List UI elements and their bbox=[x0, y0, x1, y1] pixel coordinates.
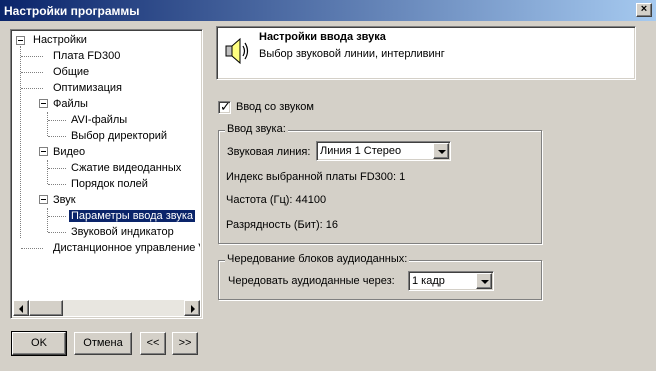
tree-item-sound[interactable]: Звук bbox=[51, 192, 78, 208]
tree-guide-line bbox=[21, 72, 43, 73]
horizontal-scrollbar[interactable] bbox=[13, 300, 200, 316]
tree-item-sound-input-params[interactable]: Параметры ввода звука bbox=[69, 208, 196, 224]
interleave-value: 1 кадр bbox=[412, 275, 445, 287]
tree-item-settings[interactable]: Настройки bbox=[31, 32, 89, 48]
board-index-text: Индекс выбранной платы FD300: 1 bbox=[226, 171, 406, 183]
collapse-icon[interactable] bbox=[39, 195, 48, 204]
frequency-text: Частота (Гц): 44100 bbox=[226, 194, 327, 206]
title-bar: Настройки программы × bbox=[0, 0, 656, 22]
group-title: Чередование блоков аудиоданных: bbox=[225, 253, 410, 265]
sound-input-checkbox[interactable]: ✓ bbox=[218, 99, 231, 114]
tree-item-field-order[interactable]: Порядок полей bbox=[69, 176, 150, 192]
tree-guide-line bbox=[20, 46, 21, 238]
tree-item-optimization[interactable]: Оптимизация bbox=[51, 80, 124, 96]
interleave-label: Чередовать аудиоданные через: bbox=[228, 275, 395, 287]
arrow-right-icon bbox=[191, 305, 195, 313]
chevron-down-icon bbox=[481, 280, 489, 284]
dropdown-button[interactable] bbox=[433, 143, 449, 159]
tree-item-board-fd300[interactable]: Плата FD300 bbox=[51, 48, 122, 64]
header-panel: Настройки ввода звука Выбор звуковой лин… bbox=[216, 26, 636, 80]
tree-guide-line bbox=[48, 168, 66, 169]
checkmark-icon: ✓ bbox=[220, 99, 231, 114]
tree-guide-line bbox=[47, 112, 48, 136]
tree-guide-line bbox=[48, 120, 66, 121]
tree-guide-line bbox=[48, 136, 66, 137]
scroll-thumb[interactable] bbox=[29, 300, 63, 316]
tree-item-video[interactable]: Видео bbox=[51, 144, 87, 160]
header-title: Настройки ввода звука bbox=[259, 31, 386, 43]
tree-guide-line bbox=[48, 184, 66, 185]
tree-item-directories[interactable]: Выбор директорий bbox=[69, 128, 169, 144]
window-title: Настройки программы bbox=[4, 4, 140, 18]
tree-content: Настройки Плата FD300 Общие Оптимизация … bbox=[13, 32, 200, 302]
tree-guide-line bbox=[48, 216, 66, 217]
tree-item-avi-files[interactable]: AVI-файлы bbox=[69, 112, 129, 128]
sound-input-checkbox-label[interactable]: Ввод со звуком bbox=[236, 101, 314, 113]
tree-item-remote-control[interactable]: Дистанционное управление V bbox=[51, 240, 200, 256]
tree-guide-line bbox=[21, 88, 43, 89]
previous-button[interactable]: << bbox=[140, 332, 166, 355]
scroll-right-button[interactable] bbox=[184, 300, 200, 316]
ok-button[interactable]: OK bbox=[11, 331, 67, 356]
arrow-left-icon bbox=[19, 305, 23, 313]
tree-item-sound-indicator[interactable]: Звуковой индикатор bbox=[69, 224, 176, 240]
close-icon: × bbox=[640, 3, 648, 15]
scroll-left-button[interactable] bbox=[13, 300, 29, 316]
interleave-select[interactable]: 1 кадр bbox=[408, 271, 494, 291]
sound-line-select[interactable]: Линия 1 Стерео bbox=[316, 141, 451, 161]
collapse-icon[interactable] bbox=[39, 147, 48, 156]
next-button[interactable]: >> bbox=[172, 332, 198, 355]
tree-guide-line bbox=[21, 248, 43, 249]
sound-line-label: Звуковая линия: bbox=[227, 146, 311, 158]
tree-item-general[interactable]: Общие bbox=[51, 64, 91, 80]
group-title: Ввод звука: bbox=[225, 123, 288, 135]
tree-guide-line bbox=[48, 232, 66, 233]
collapse-icon[interactable] bbox=[39, 99, 48, 108]
collapse-icon[interactable] bbox=[16, 36, 25, 45]
tree-guide-line bbox=[47, 208, 48, 232]
tree-guide-line bbox=[47, 160, 48, 184]
bit-depth-text: Разрядность (Бит): 16 bbox=[226, 219, 338, 231]
chevron-down-icon bbox=[438, 150, 446, 154]
dropdown-button[interactable] bbox=[476, 273, 492, 289]
cancel-button[interactable]: Отмена bbox=[74, 332, 132, 355]
tree-guide-line bbox=[21, 56, 43, 57]
tree-item-video-compression[interactable]: Сжатие видеоданных bbox=[69, 160, 183, 176]
header-subtitle: Выбор звуковой линии, интерливинг bbox=[259, 48, 445, 60]
settings-tree[interactable]: Настройки Плата FD300 Общие Оптимизация … bbox=[10, 29, 203, 319]
speaker-icon bbox=[225, 37, 249, 65]
close-button[interactable]: × bbox=[636, 3, 652, 17]
tree-item-files[interactable]: Файлы bbox=[51, 96, 90, 112]
sound-line-value: Линия 1 Стерео bbox=[320, 145, 402, 157]
